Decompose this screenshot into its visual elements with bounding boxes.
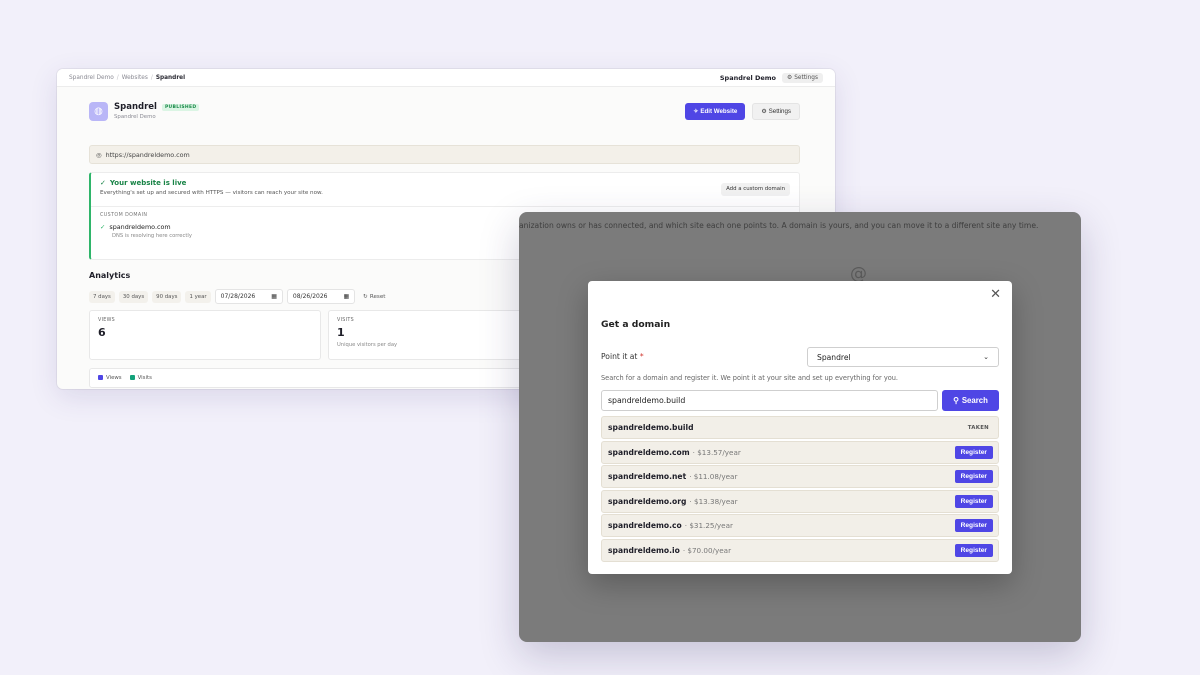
topbar-settings-label: Settings [794, 74, 818, 81]
site-header: ◍ Spandrel PUBLISHED Spandrel Demo ✧ Edi… [89, 101, 800, 121]
result-price: · $70.00/year [682, 545, 732, 555]
gear-icon: ⚙ [787, 74, 793, 81]
result-domain: spandreldemo.build [608, 423, 694, 432]
status-badge: PUBLISHED [161, 103, 200, 111]
magic-wand-icon: ✧ [693, 107, 699, 115]
register-button[interactable]: Register [954, 470, 993, 484]
help-text: Search for a domain and register it. We … [601, 374, 899, 382]
site-select-value: Spandrel [817, 352, 851, 362]
topbar-settings-button[interactable]: ⚙ Settings [782, 72, 823, 83]
org-switcher[interactable]: Spandrel Demo [720, 74, 776, 82]
result-domain: spandreldemo.io [608, 545, 680, 555]
globe-icon: ◍ [89, 101, 108, 121]
live-title: Your website is live [109, 179, 187, 187]
result-row: spandreldemo.net · $11.08/year Register [601, 465, 999, 489]
result-row: spandreldemo.io · $70.00/year Register [601, 538, 999, 562]
refresh-icon: ↻ [363, 293, 368, 300]
legend-item-views: Views [98, 375, 122, 381]
range-30-days[interactable]: 30 days [118, 290, 149, 303]
domains-intro-text: anization owns or has connected, and whi… [519, 221, 1039, 230]
result-price: · $13.57/year [692, 447, 741, 457]
legend-swatch-visits [129, 375, 135, 380]
domain-search-value: spandreldemo.build [608, 396, 686, 405]
search-button[interactable]: ⚲ Search [942, 390, 999, 411]
add-custom-domain-button[interactable]: Add a custom domain [721, 183, 790, 196]
calendar-icon: ▦ [271, 293, 277, 300]
breadcrumb-item-websites[interactable]: Websites [122, 75, 148, 81]
search-label: Search [961, 396, 988, 405]
check-circle-icon: ✓ [100, 179, 106, 187]
result-row: spandreldemo.com · $13.57/year Register [601, 440, 999, 464]
taken-badge: TAKEN [967, 424, 989, 431]
site-name: Spandrel [114, 102, 157, 112]
get-domain-modal: ✕ Get a domain Point it at * Spandrel ⌄ … [588, 281, 1012, 574]
top-bar: Spandrel Demo / Websites / Spandrel Span… [57, 69, 835, 87]
search-icon: ⚲ [953, 396, 959, 405]
required-marker: * [639, 352, 644, 361]
start-date-field[interactable]: 07/28/2026 ▦ [214, 289, 283, 304]
end-date-value: 08/26/2026 [292, 293, 328, 300]
breadcrumb: Spandrel Demo / Websites / Spandrel [69, 75, 185, 81]
breadcrumb-item-current: Spandrel [155, 74, 186, 81]
breadcrumb-separator: / [150, 74, 153, 81]
close-icon[interactable]: ✕ [990, 288, 1001, 301]
views-label: VIEWS [98, 318, 116, 323]
reset-label: Reset [369, 293, 386, 300]
edit-website-button[interactable]: ✧ Edit Website [685, 102, 746, 120]
reset-button[interactable]: ↻ Reset [359, 291, 389, 303]
site-settings-label: Settings [768, 107, 791, 115]
breadcrumb-separator: / [116, 74, 119, 81]
result-domain: spandreldemo.org [608, 496, 687, 506]
register-button[interactable]: Register [954, 494, 993, 508]
register-button[interactable]: Register [954, 445, 993, 459]
register-button[interactable]: Register [954, 519, 993, 533]
custom-domain-name: spandreldemo.com [109, 223, 171, 231]
result-domain: spandreldemo.net [608, 472, 687, 482]
result-price: · $13.38/year [689, 496, 738, 506]
range-7-days[interactable]: 7 days [89, 290, 115, 303]
result-row: spandreldemo.org · $13.38/year Register [601, 489, 999, 513]
legend-swatch-views [98, 375, 103, 380]
end-date-field[interactable]: 08/26/2026 ▦ [286, 289, 356, 304]
point-it-at-label: Point it at * [601, 352, 644, 361]
domain-results: spandreldemo.build TAKEN spandreldemo.co… [601, 416, 999, 564]
site-url-bar[interactable]: ◎ https://spandreldemo.com [89, 145, 800, 164]
site-select[interactable]: Spandrel ⌄ [807, 347, 999, 367]
result-price: · $31.25/year [684, 521, 733, 531]
site-subtitle: Spandrel Demo [114, 114, 156, 120]
result-row: spandreldemo.co · $31.25/year Register [601, 514, 999, 538]
result-price: · $11.08/year [689, 472, 738, 482]
register-button[interactable]: Register [954, 543, 993, 557]
site-settings-button[interactable]: ⚙ Settings [752, 102, 800, 120]
domain-search-input[interactable]: spandreldemo.build [601, 390, 938, 411]
result-row-taken: spandreldemo.build TAKEN [601, 416, 999, 439]
modal-title: Get a domain [601, 319, 671, 330]
check-circle-icon: ✓ [100, 223, 106, 231]
chevron-down-icon: ⌄ [983, 353, 989, 361]
gear-icon: ⚙ [761, 107, 767, 115]
result-domain: spandreldemo.com [608, 447, 690, 457]
result-domain: spandreldemo.co [608, 521, 682, 531]
edit-website-label: Edit Website [700, 107, 738, 115]
live-description: Everything's set up and secured with HTT… [100, 190, 323, 196]
range-1-year[interactable]: 1 year [185, 290, 211, 303]
views-value: 6 [98, 326, 106, 339]
start-date-value: 07/28/2026 [220, 293, 256, 300]
globe-icon: ◎ [96, 150, 102, 159]
breadcrumb-item-org[interactable]: Spandrel Demo [69, 75, 114, 81]
calendar-icon: ▦ [343, 293, 350, 300]
range-90-days[interactable]: 90 days [152, 290, 182, 303]
legend-item-visits: Visits [129, 375, 152, 381]
views-card: VIEWS 6 [89, 310, 321, 360]
site-url[interactable]: https://spandreldemo.com [106, 151, 190, 159]
